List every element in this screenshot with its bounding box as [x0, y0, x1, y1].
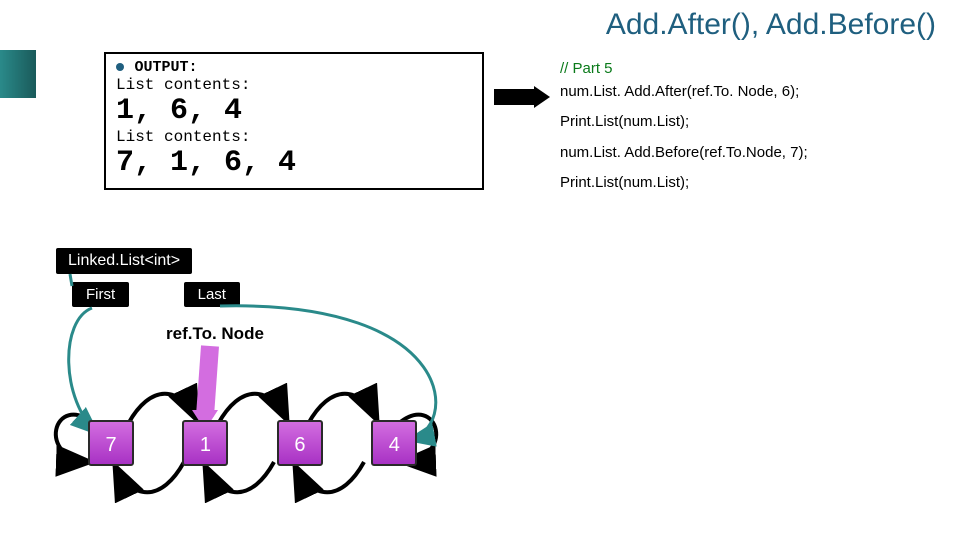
node-4: 4 — [371, 420, 417, 466]
node-7: 7 — [88, 420, 134, 466]
link-arrows-svg — [0, 0, 960, 540]
node-1: 1 — [182, 420, 228, 466]
node-6: 6 — [277, 420, 323, 466]
